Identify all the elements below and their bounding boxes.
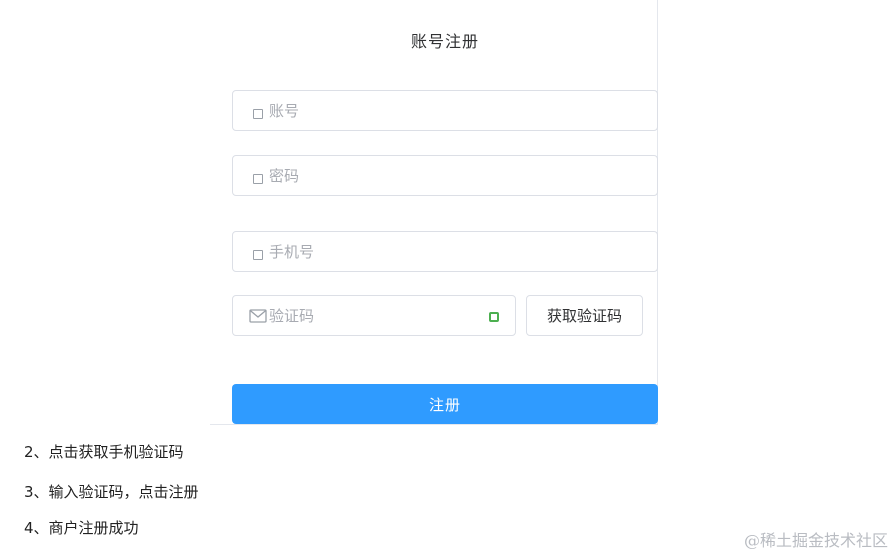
account-placeholder: 账号: [269, 102, 300, 120]
phone-input[interactable]: 手机号: [232, 231, 658, 272]
panel-divider-bottom: [210, 424, 658, 425]
captcha-status-icon: [489, 312, 499, 322]
verification-code-input[interactable]: 验证码: [232, 295, 516, 336]
phone-icon: [253, 249, 263, 260]
instruction-step: 4、商户注册成功: [24, 519, 139, 537]
watermark: @稀土掘金技术社区: [743, 531, 888, 550]
mail-icon: [249, 309, 267, 323]
account-input[interactable]: 账号: [232, 90, 658, 131]
lock-icon: [253, 173, 263, 184]
instruction-step: 3、输入验证码，点击注册: [24, 483, 199, 501]
phone-placeholder: 手机号: [269, 243, 315, 261]
get-verification-code-button[interactable]: 获取验证码: [526, 295, 643, 336]
user-icon: [253, 108, 263, 119]
form-title: 账号注册: [410, 32, 479, 51]
password-placeholder: 密码: [269, 167, 300, 185]
verification-code-placeholder: 验证码: [269, 307, 315, 325]
panel-divider-right: [657, 0, 658, 424]
password-input[interactable]: 密码: [232, 155, 658, 196]
page: 账号注册 账号 密码 手机号 验证码 获取验证码 注册 2、点击获取手机验证码 …: [0, 0, 894, 555]
instruction-step: 2、点击获取手机验证码: [24, 443, 184, 461]
register-button[interactable]: 注册: [232, 384, 658, 424]
